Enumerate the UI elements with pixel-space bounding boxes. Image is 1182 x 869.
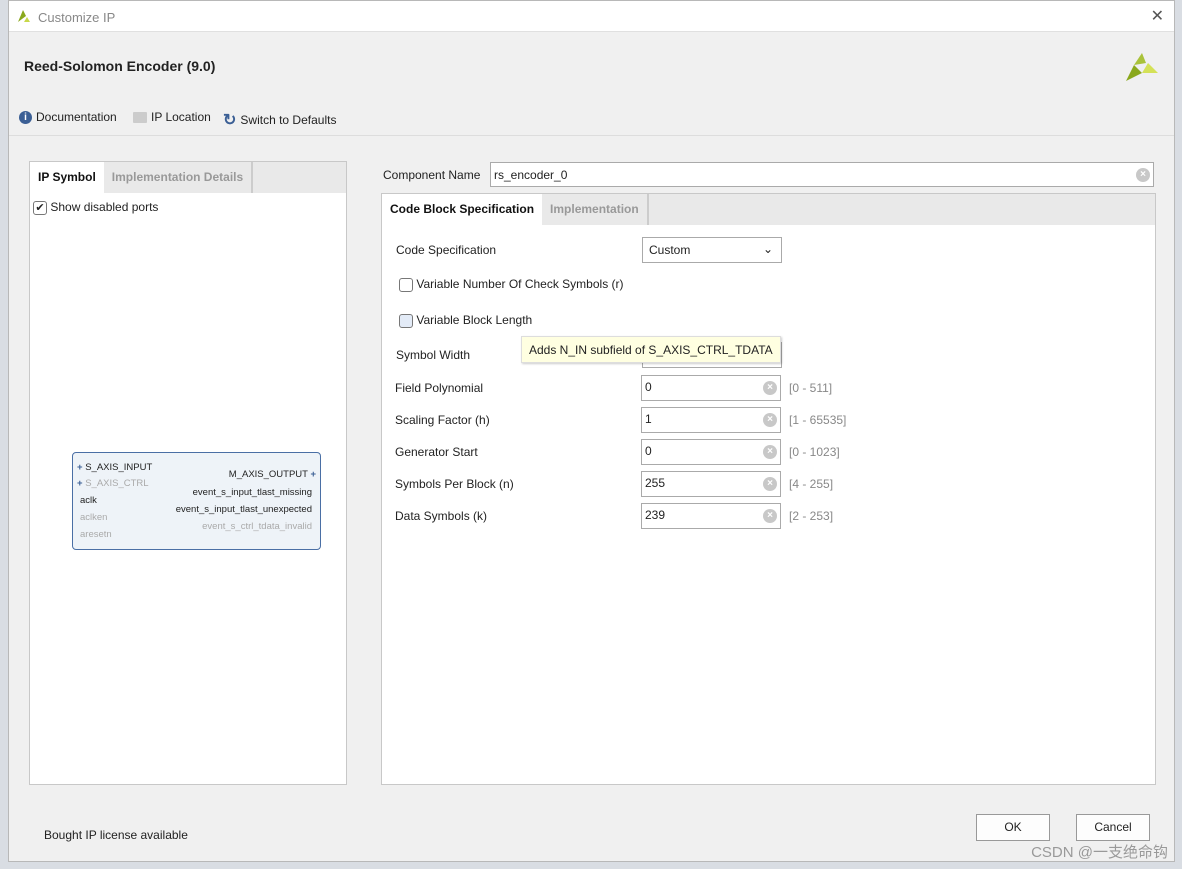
documentation-button[interactable]: i Documentation — [19, 110, 117, 124]
symbols-per-block-input[interactable]: 255 × — [641, 471, 781, 497]
window-title: Customize IP — [38, 10, 116, 25]
generator-start-input[interactable]: 0 × — [641, 439, 781, 465]
chevron-down-icon: ⌄ — [762, 242, 773, 256]
data-symbols-range: [2 - 253] — [789, 509, 834, 523]
code-spec-label: Code Specification — [396, 243, 497, 257]
clear-icon[interactable]: × — [763, 381, 777, 395]
field-polynomial-range: [0 - 511] — [789, 381, 833, 395]
clear-icon[interactable]: × — [763, 509, 777, 523]
component-name-input[interactable]: rs_encoder_0 × — [490, 162, 1154, 187]
info-icon: i — [19, 110, 32, 124]
cancel-button[interactable]: Cancel — [1076, 814, 1150, 841]
watermark: CSDN @一支绝命钩 — [1031, 844, 1168, 861]
symbol-width-label: Symbol Width — [396, 348, 471, 362]
data-symbols-input[interactable]: 239 × — [641, 503, 781, 529]
tab-implementation-details[interactable]: Implementation Details — [104, 162, 254, 193]
checkmark-icon: ✔ — [33, 200, 47, 215]
port-s-axis-input: + S_AXIS_INPUT — [77, 462, 153, 473]
tooltip: Adds N_IN subfield of S_AXIS_CTRL_TDATA — [521, 336, 781, 363]
folder-icon — [133, 111, 147, 123]
scaling-factor-label: Scaling Factor (h) — [395, 413, 490, 427]
ip-location-button[interactable]: IP Location — [133, 110, 211, 124]
customize-ip-dialog: Customize IP ✕ Reed-Solomon Encoder (9.0… — [8, 0, 1175, 862]
port-tlast-missing: event_s_input_tlast_missing — [192, 487, 312, 498]
symbols-per-block-label: Symbols Per Block (n) — [395, 477, 514, 491]
variable-check-symbols-checkbox[interactable]: Variable Number Of Check Symbols (r) — [399, 277, 624, 292]
field-polynomial-input[interactable]: 0 × — [641, 375, 781, 401]
port-aclken: aclken — [80, 512, 108, 523]
xilinx-brand-logo — [1126, 53, 1158, 81]
generator-start-range: [0 - 1023] — [789, 445, 840, 459]
close-button[interactable]: ✕ — [1151, 6, 1164, 26]
clear-icon[interactable]: × — [1136, 168, 1150, 182]
clear-icon[interactable]: × — [763, 445, 777, 459]
port-tdata-invalid: event_s_ctrl_tdata_invalid — [202, 521, 312, 532]
port-aclk: aclk — [80, 495, 97, 506]
data-symbols-label: Data Symbols (k) — [395, 509, 488, 523]
component-name-label: Component Name — [383, 168, 481, 182]
refresh-icon: ↻ — [223, 112, 237, 129]
ip-symbol-block: + S_AXIS_INPUT + S_AXIS_CTRL aclk aclken… — [72, 452, 321, 550]
port-tlast-unexpected: event_s_input_tlast_unexpected — [175, 504, 312, 515]
port-m-axis-output: M_AXIS_OUTPUT + — [228, 469, 316, 480]
title-bar: Customize IP ✕ — [9, 1, 1174, 32]
divider — [9, 135, 1174, 136]
show-disabled-ports-checkbox[interactable]: ✔ Show disabled ports — [33, 200, 158, 215]
license-status: Bought IP license available — [44, 828, 188, 842]
port-s-axis-ctrl: + S_AXIS_CTRL — [77, 478, 149, 489]
xilinx-logo-icon — [18, 10, 30, 22]
field-polynomial-label: Field Polynomial — [395, 381, 484, 395]
documentation-label: Documentation — [36, 110, 117, 124]
ok-button[interactable]: OK — [976, 814, 1050, 841]
code-spec-select[interactable]: Custom ⌄ — [642, 237, 782, 263]
tab-implementation[interactable]: Implementation — [542, 194, 649, 225]
tab-code-block-specification[interactable]: Code Block Specification — [382, 194, 543, 225]
generator-start-label: Generator Start — [395, 445, 478, 459]
switch-defaults-button[interactable]: ↻ Switch to Defaults — [223, 110, 336, 130]
ip-title: Reed-Solomon Encoder (9.0) — [24, 58, 216, 74]
clear-icon[interactable]: × — [763, 413, 777, 427]
scaling-factor-range: [1 - 65535] — [789, 413, 847, 427]
variable-block-length-checkbox[interactable]: Variable Block Length — [399, 313, 532, 328]
switch-defaults-label: Switch to Defaults — [240, 113, 337, 127]
show-disabled-label: Show disabled ports — [50, 200, 159, 214]
tab-ip-symbol[interactable]: IP Symbol — [30, 162, 104, 193]
ip-location-label: IP Location — [151, 110, 211, 124]
clear-icon[interactable]: × — [763, 477, 777, 491]
symbols-per-block-range: [4 - 255] — [789, 477, 834, 491]
port-aresetn: aresetn — [80, 529, 112, 540]
scaling-factor-input[interactable]: 1 × — [641, 407, 781, 433]
